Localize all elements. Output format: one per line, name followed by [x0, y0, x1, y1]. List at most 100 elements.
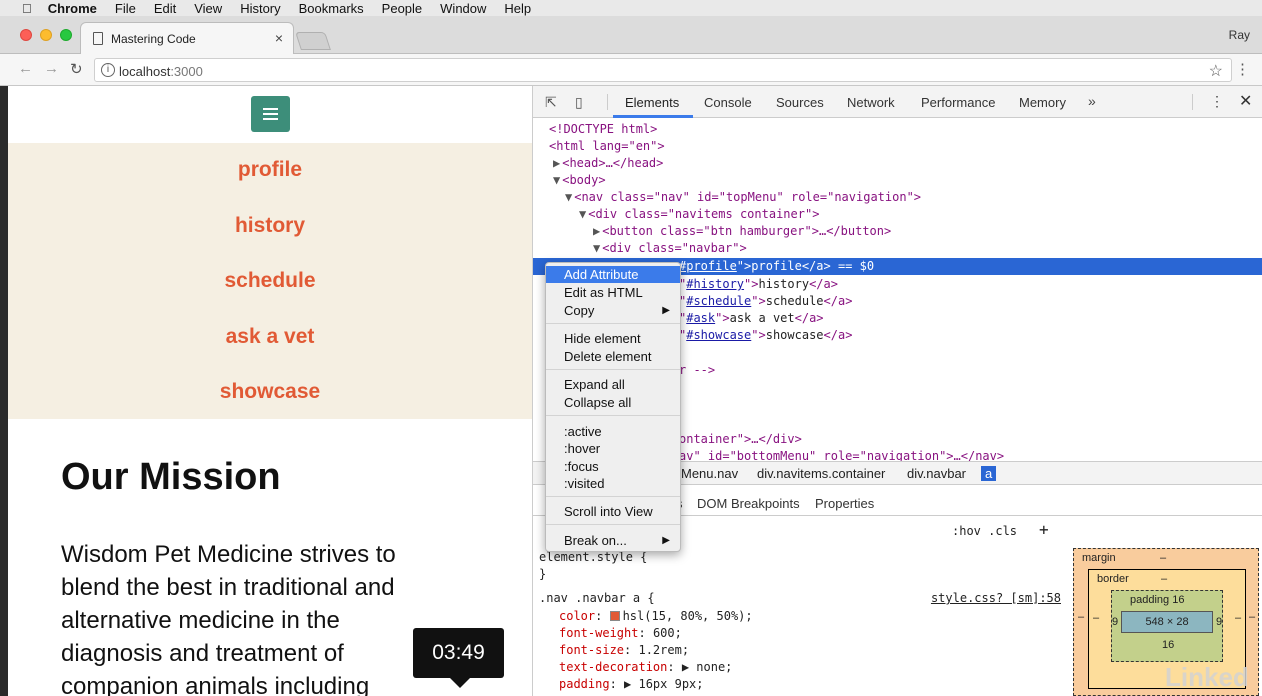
decl-text-decoration[interactable]: text-decoration: ▶ none; — [559, 660, 732, 674]
rule-source-link[interactable]: style.css? [sm]:58 — [931, 591, 1061, 605]
menu-item-expand-all[interactable]: Expand all — [546, 376, 680, 393]
crumb-a[interactable]: a — [981, 466, 997, 481]
decl-font-weight[interactable]: font-weight: 600; — [559, 626, 682, 640]
padding-right-value[interactable]: 9 — [1216, 616, 1222, 628]
subtab-properties[interactable]: Properties — [815, 496, 874, 511]
element-style-rule[interactable]: element.style { — [539, 550, 647, 564]
chrome-menu-icon[interactable]: ⋮ — [1235, 60, 1250, 78]
menu-item-visited[interactable]: :visited — [546, 475, 680, 492]
tab-sources[interactable]: Sources — [776, 95, 824, 110]
box-model-content[interactable]: 548 × 28 — [1121, 611, 1213, 633]
tab-console[interactable]: Console — [704, 95, 752, 110]
margin-left-value[interactable]: – — [1078, 611, 1084, 623]
rule-selector[interactable]: .nav .navbar a { — [539, 591, 655, 605]
menu-file[interactable]: File — [115, 1, 136, 16]
margin-top-value[interactable]: – — [1160, 552, 1166, 564]
nav-link-schedule[interactable]: schedule — [8, 269, 532, 293]
menu-item-edit-as-html[interactable]: Edit as HTML — [546, 284, 680, 301]
dom-node-container-collapsed[interactable]: ontainer">…</div> — [679, 431, 802, 448]
device-toolbar-icon[interactable]: ▯ — [575, 94, 583, 111]
menu-chrome[interactable]: Chrome — [48, 1, 97, 16]
menu-item-add-attribute[interactable]: Add Attribute — [546, 266, 680, 283]
menu-item-collapse-all[interactable]: Collapse all — [546, 394, 680, 411]
menu-people[interactable]: People — [382, 1, 422, 16]
dom-node-link-ask[interactable]: "#ask">ask a vet</a> — [679, 310, 824, 327]
tab-memory[interactable]: Memory — [1019, 95, 1066, 110]
profile-name[interactable]: Ray — [1229, 28, 1250, 42]
decl-color[interactable]: color: hsl(15, 80%, 50%); — [559, 609, 753, 623]
tab-performance[interactable]: Performance — [921, 95, 995, 110]
decl-font-size[interactable]: font-size: 1.2rem; — [559, 643, 689, 657]
window-minimize-button[interactable] — [40, 29, 52, 41]
border-left-value[interactable]: – — [1093, 612, 1099, 624]
browser-tab[interactable]: Mastering Code × — [80, 22, 294, 54]
crumb-nav[interactable]: Menu.nav — [681, 466, 738, 481]
menu-view[interactable]: View — [194, 1, 222, 16]
devtools-close-icon[interactable]: ✕ — [1239, 91, 1252, 111]
apple-icon[interactable]:  — [22, 1, 32, 16]
dom-node-link-showcase[interactable]: "#showcase">showcase</a> — [679, 327, 852, 344]
menu-help[interactable]: Help — [504, 1, 531, 16]
window-close-button[interactable] — [20, 29, 32, 41]
dom-node-navbar[interactable]: ▼ <div class="navbar"> — [593, 240, 747, 257]
bookmark-star-icon[interactable]: ☆ — [1209, 61, 1223, 81]
border-top-value[interactable]: – — [1161, 573, 1167, 585]
nav-link-ask-a-vet[interactable]: ask a vet — [8, 325, 532, 349]
collapse-triangle-icon[interactable]: ▼ — [565, 190, 572, 204]
more-tabs-icon[interactable]: » — [1088, 93, 1096, 109]
dom-node-link-schedule[interactable]: "#schedule">schedule</a> — [679, 293, 852, 310]
menu-item-copy[interactable]: Copy ▶ — [546, 302, 680, 319]
menu-edit[interactable]: Edit — [154, 1, 176, 16]
devtools-menu-icon[interactable]: ⋮ — [1210, 93, 1224, 110]
dom-node-head[interactable]: ▶ <head>…</head> — [553, 155, 663, 172]
back-arrow-icon[interactable]: ← — [18, 60, 33, 77]
menu-window[interactable]: Window — [440, 1, 486, 16]
hamburger-button[interactable] — [251, 96, 290, 132]
padding-left-value[interactable]: 9 — [1112, 616, 1118, 628]
dom-node-doctype[interactable]: <!DOCTYPE html> — [549, 121, 657, 138]
nav-link-profile[interactable]: profile — [8, 158, 532, 182]
window-zoom-button[interactable] — [60, 29, 72, 41]
forward-arrow-icon[interactable]: → — [44, 60, 59, 77]
collapse-triangle-icon[interactable]: ▼ — [579, 207, 586, 221]
crumb-navbar[interactable]: div.navbar — [907, 466, 966, 481]
color-swatch-icon[interactable] — [609, 611, 620, 621]
collapse-triangle-icon[interactable]: ▼ — [593, 241, 600, 255]
padding-label[interactable]: padding 16 — [1130, 594, 1184, 606]
dom-node-nav[interactable]: ▼ <nav class="nav" id="topMenu" role="nav… — [565, 189, 921, 206]
new-rule-icon[interactable]: + — [1039, 520, 1049, 539]
menu-item-delete-element[interactable]: Delete element — [546, 348, 680, 365]
menu-bookmarks[interactable]: Bookmarks — [299, 1, 364, 16]
nav-link-showcase[interactable]: showcase — [8, 380, 532, 404]
border-right-value[interactable]: – — [1235, 612, 1241, 624]
margin-right-value[interactable]: – — [1249, 611, 1255, 623]
subtab-dom-breakpoints[interactable]: DOM Breakpoints — [697, 496, 800, 511]
address-bar[interactable]: i localhost:3000 ☆ — [94, 58, 1232, 82]
expand-triangle-icon[interactable]: ▶ — [593, 224, 600, 238]
crumb-container[interactable]: div.navitems.container — [757, 466, 885, 481]
hov-cls-toggles[interactable]: :hov .cls — [952, 524, 1017, 538]
collapse-triangle-icon[interactable]: ▼ — [553, 173, 560, 187]
menu-item-scroll-into-view[interactable]: Scroll into View — [546, 503, 680, 520]
dom-node-comment[interactable]: r --> — [679, 362, 715, 379]
tab-elements[interactable]: Elements — [625, 95, 679, 110]
dom-node-bottom-menu[interactable]: av" id="bottomMenu" role="navigation">…<… — [679, 448, 1004, 461]
menu-item-break-on[interactable]: Break on... ▶ — [546, 532, 680, 549]
padding-bottom-value[interactable]: 16 — [1162, 639, 1174, 651]
expand-triangle-icon[interactable]: ▶ — [553, 156, 560, 170]
menu-item-focus[interactable]: :focus — [546, 458, 680, 475]
nav-link-history[interactable]: history — [8, 214, 532, 238]
menu-item-active[interactable]: :active — [546, 423, 680, 440]
tab-network[interactable]: Network — [847, 95, 895, 110]
dom-node-html[interactable]: <html lang="en"> — [549, 138, 665, 155]
inspect-element-icon[interactable]: ⇱ — [545, 94, 557, 111]
menu-item-hover[interactable]: :hover — [546, 440, 680, 457]
menu-item-hide-element[interactable]: Hide element — [546, 330, 680, 347]
dom-node-link-history[interactable]: "#history">history</a> — [679, 276, 838, 293]
dom-node-button[interactable]: ▶ <button class="btn hamburger">…</button… — [593, 223, 891, 240]
reload-icon[interactable]: ↻ — [70, 60, 83, 78]
info-icon[interactable]: i — [101, 63, 115, 77]
decl-padding[interactable]: padding: ▶ 16px 9px; — [559, 677, 704, 691]
tab-close-icon[interactable]: × — [275, 30, 283, 46]
dom-node-container[interactable]: ▼ <div class="navitems container"> — [579, 206, 819, 223]
